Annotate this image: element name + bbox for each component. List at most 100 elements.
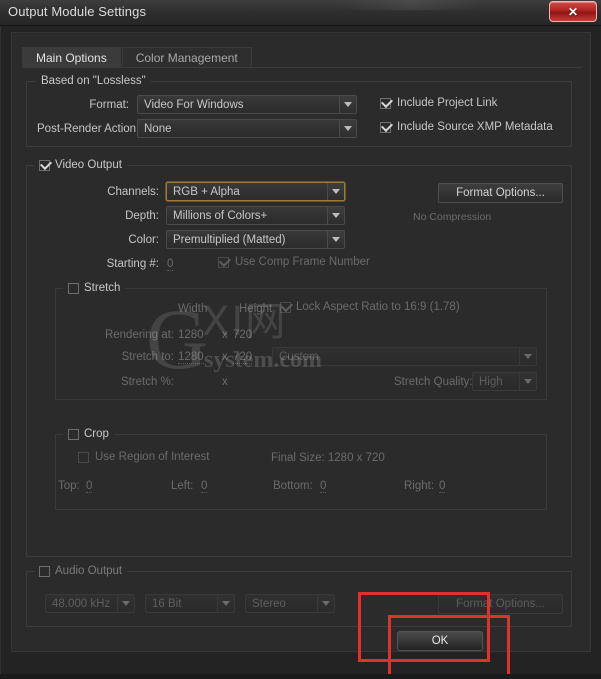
- stretch-percent-separator: x: [222, 376, 228, 388]
- use-region-of-interest-checkbox: Use Region of Interest: [78, 451, 209, 463]
- crop-right-label: Right:: [404, 480, 435, 492]
- chevron-down-icon: [519, 373, 536, 390]
- tab-main-options-label: Main Options: [36, 51, 107, 65]
- checkbox-icon: [78, 451, 89, 463]
- tab-main-options[interactable]: Main Options: [22, 47, 121, 68]
- rendering-at-label: Rendering at:: [104, 329, 174, 341]
- audio-channels-value: Stereo: [252, 597, 286, 610]
- crop-bottom-label: Bottom:: [273, 480, 313, 492]
- channels-label: Channels:: [107, 186, 159, 198]
- channels-dropdown[interactable]: RGB + Alpha: [166, 182, 345, 201]
- video-output-group-label: Video Output: [55, 159, 122, 171]
- post-render-action-dropdown[interactable]: None: [137, 119, 357, 138]
- checkbox-icon: [39, 565, 50, 577]
- rendering-at-separator: x: [222, 329, 228, 341]
- stretch-height-header: Height: [239, 303, 273, 315]
- video-output-group: Video Output Channels: RGB + Alpha Depth…: [26, 159, 572, 557]
- chevron-down-icon: [519, 348, 536, 365]
- output-module-settings-dialog: Main Options Color Management Based on "…: [0, 26, 601, 679]
- stretch-to-width: 1280: [178, 351, 204, 364]
- audio-bit-depth-dropdown: 16 Bit: [145, 594, 235, 613]
- crop-group-label: Crop: [84, 428, 109, 440]
- chevron-down-icon: [327, 231, 344, 248]
- audio-output-group-label: Audio Output: [55, 565, 123, 577]
- checkbox-icon: [380, 121, 391, 133]
- tab-color-management-label: Color Management: [135, 51, 238, 65]
- chevron-down-icon: [327, 183, 344, 200]
- close-button[interactable]: ✕: [549, 1, 597, 22]
- chevron-down-icon: [339, 96, 356, 113]
- tabstrip-divider: [22, 67, 582, 68]
- rendering-at-height: 720: [233, 329, 253, 341]
- checkbox-icon: [68, 428, 79, 440]
- based-on-group: Based on "Lossless" Format: Video For Wi…: [26, 75, 572, 147]
- stretch-preset-dropdown: Custom: [272, 347, 537, 366]
- dialog-panel: Main Options Color Management Based on "…: [11, 32, 591, 652]
- video-output-group-header[interactable]: Video Output: [34, 159, 127, 171]
- depth-dropdown[interactable]: Millions of Colors+: [166, 206, 345, 225]
- color-dropdown[interactable]: Premultiplied (Matted): [166, 230, 345, 249]
- include-project-link-label: Include Project Link: [397, 97, 498, 109]
- chevron-down-icon: [117, 595, 134, 612]
- depth-label: Depth:: [125, 210, 159, 222]
- crop-top-value: 0: [86, 480, 93, 493]
- checkbox-icon: [280, 301, 291, 313]
- video-format-options-button[interactable]: Format Options...: [438, 183, 563, 203]
- crop-group: Crop Use Region of Interest Final Size: …: [55, 428, 547, 510]
- chevron-down-icon: [317, 595, 334, 612]
- chevron-down-icon: [339, 120, 356, 137]
- channels-dropdown-value: RGB + Alpha: [173, 185, 240, 198]
- use-region-of-interest-label: Use Region of Interest: [95, 451, 210, 463]
- audio-sample-rate-dropdown: 48.000 kHz: [45, 594, 135, 613]
- stretch-quality-dropdown: High: [472, 372, 537, 391]
- crop-top-label: Top:: [58, 480, 80, 492]
- stretch-percent-label: Stretch %:: [120, 376, 174, 388]
- chevron-down-icon: [217, 595, 234, 612]
- based-on-group-label: Based on "Lossless": [36, 75, 151, 87]
- checkbox-icon: [380, 97, 391, 109]
- lock-aspect-ratio-label: Lock Aspect Ratio to 16:9 (1.78): [296, 301, 460, 313]
- rendering-at-width: 1280: [178, 329, 204, 341]
- use-comp-frame-number-label: Use Comp Frame Number: [235, 256, 370, 268]
- tab-color-management[interactable]: Color Management: [121, 47, 252, 68]
- format-dropdown[interactable]: Video For Windows: [137, 95, 357, 114]
- compression-status: No Compression: [413, 211, 492, 223]
- crop-right-value: 0: [439, 480, 446, 493]
- checkbox-icon: [218, 256, 229, 268]
- starting-number-label: Starting #:: [106, 258, 159, 270]
- stretch-quality-value: High: [479, 375, 503, 388]
- stretch-to-label: Stretch to:: [121, 351, 174, 363]
- crop-group-header[interactable]: Crop: [63, 428, 114, 440]
- crop-bottom-value: 0: [320, 480, 327, 493]
- screenshot-root: Output Module Settings ✕ Main Options Co…: [0, 0, 601, 679]
- audio-output-group-header[interactable]: Audio Output: [34, 565, 128, 577]
- format-label: Format:: [89, 99, 129, 111]
- stretch-quality-label: Stretch Quality:: [394, 376, 473, 388]
- crop-left-label: Left:: [171, 480, 194, 492]
- include-project-link-checkbox[interactable]: Include Project Link: [380, 97, 497, 109]
- format-dropdown-value: Video For Windows: [144, 98, 244, 111]
- color-label: Color:: [128, 234, 159, 246]
- stretch-to-height: 720: [233, 351, 253, 364]
- stretch-group: Stretch Width Height Lock Aspect Ratio t…: [55, 282, 547, 400]
- window-title: Output Module Settings: [8, 4, 147, 19]
- checkbox-icon: [39, 159, 50, 171]
- post-render-action-value: None: [144, 122, 172, 135]
- post-render-action-label: Post-Render Action:: [37, 123, 140, 135]
- lock-aspect-ratio-checkbox: Lock Aspect Ratio to 16:9 (1.78): [280, 301, 460, 313]
- chevron-down-icon: [327, 207, 344, 224]
- stretch-group-header[interactable]: Stretch: [63, 282, 126, 294]
- stretch-group-label: Stretch: [84, 282, 121, 294]
- tabstrip: Main Options Color Management: [22, 47, 253, 68]
- window-titlebar: Output Module Settings ✕: [0, 0, 601, 26]
- bottom-strip: [0, 674, 601, 679]
- crop-left-value: 0: [201, 480, 208, 493]
- stretch-width-header: Width: [178, 303, 208, 315]
- annotation-rect-inner: [388, 615, 510, 679]
- starting-number-value[interactable]: 0: [167, 258, 174, 271]
- audio-bit-depth-value: 16 Bit: [152, 597, 182, 610]
- include-source-xmp-checkbox[interactable]: Include Source XMP Metadata: [380, 121, 553, 133]
- titlebar-glow: [340, 0, 480, 10]
- depth-dropdown-value: Millions of Colors+: [173, 209, 268, 222]
- video-format-options-label: Format Options...: [456, 187, 545, 199]
